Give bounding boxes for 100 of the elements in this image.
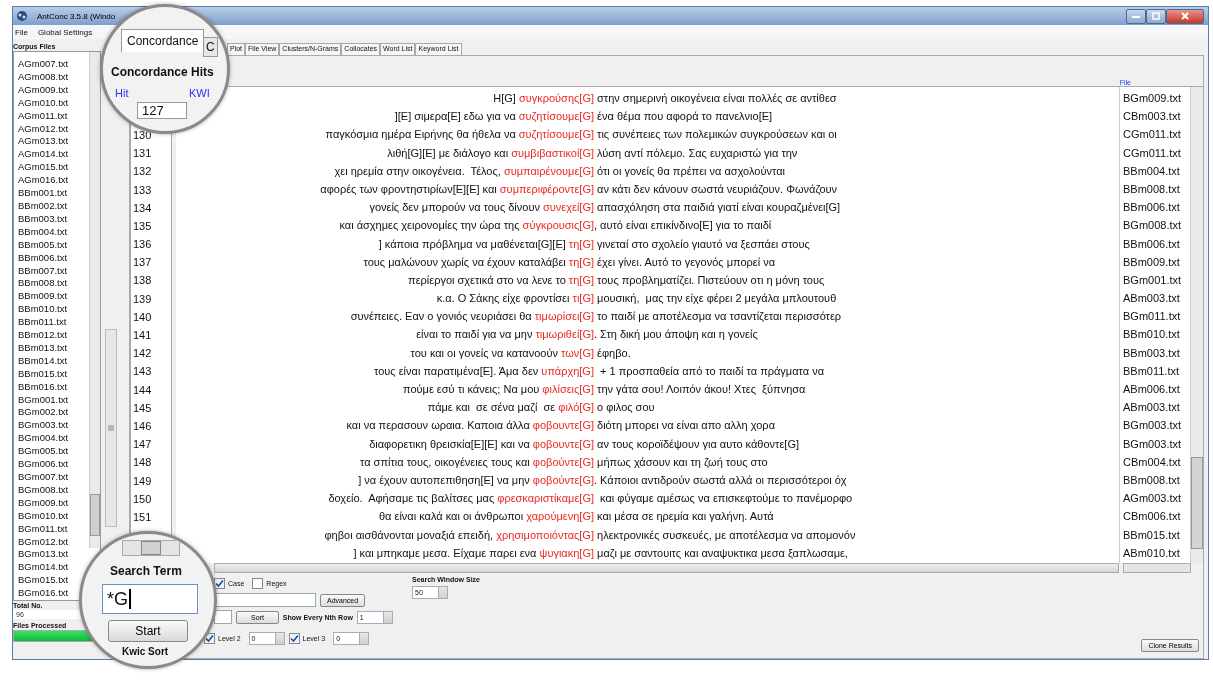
corpus-file-item[interactable]: BGm012.txt [14,535,69,549]
left-context[interactable]: θα είναι καλά και οι άνθρωποι χαρούμενη[G] [378,510,594,523]
search-field[interactable]: *G [102,584,198,614]
corpus-file-item[interactable]: BBm014.txt [14,354,68,368]
right-context[interactable]: . Στη δική μου άποψη και η γονείς [594,325,758,344]
search-options-field[interactable] [214,593,316,607]
left-context[interactable]: συνέπειες. Εαν ο γονιός νευριάσει θα τιμωρίσει[G] [350,310,594,323]
corpus-file-item[interactable]: BGm014.txt [14,561,69,575]
left-context[interactable]: γονείς δεν μπορούν να τους δίνουν συνεχεί[G] [369,201,594,214]
corpus-file-item[interactable]: BBm004.txt [14,225,68,239]
scrollbar[interactable] [89,52,100,548]
left-context[interactable]: τα σπίτια τους, οικογένειες τους και φοβούντε[G] [360,455,594,468]
tab[interactable]: Concordance [121,29,205,52]
right-context[interactable]: μήπως χάσουν και τη ζωή τους στο [594,452,768,471]
sort-field[interactable] [214,610,232,624]
corpus-file-item[interactable]: BGm013.txt [14,548,69,562]
right-context[interactable]: ένα θέμα που αφορά το πανελνιο[E] [594,107,773,126]
left-context[interactable]: ] να έχουν αυτοπεπιθηση[E] να μην φοβούντε[G] [358,473,594,486]
right-context[interactable]: αν κάτι δεν κάνουν σωστά νευριάζουν. Φωνάζουν [594,179,838,199]
left-context[interactable]: κ.α. Ο Σάκης είχε φροντίσει τι[G] [436,292,594,305]
scrollbar[interactable] [1123,563,1191,573]
corpus-file-item[interactable]: BGm011.txt [14,522,68,536]
tab[interactable]: C [203,37,218,57]
right-context[interactable]: , αυτό είναι επικίνδινο[E] για το παιδί [594,216,772,235]
right-context[interactable]: μουσική, μας την είχε φέρει 2 μεγάλα μπλουτουθ [594,289,837,308]
left-context[interactable]: περίεργοι σχετικά στο να λενε το τη[G] [408,273,594,286]
corpus-file-item[interactable]: BBm010.txt [14,303,68,317]
corpus-file-item[interactable]: BGm016.txt [14,587,69,601]
right-context[interactable]: διότη μπορει να είναι απο αλλη χορα [594,416,775,435]
scrollbar[interactable] [1190,87,1203,563]
corpus-file-item[interactable]: BBm012.txt [14,329,68,342]
left-context[interactable]: λιθή[G][E] με διάλογο και συμβιβαστικοί[G] [387,146,594,159]
corpus-file-item[interactable]: BGm005.txt [14,445,69,459]
right-context[interactable]: ο φιλος σου [594,398,655,417]
corpus-file-item[interactable]: BBm002.txt [14,199,68,213]
corpus-file-item[interactable]: BGm007.txt [14,471,69,484]
corpus-file-item[interactable]: BBm006.txt [14,251,68,265]
scrollbar[interactable] [122,540,180,556]
kwic-column-header[interactable]: KWI [189,87,210,99]
left-context[interactable]: χει ηρεμία στην οικογένεια. Τέλος, συμπαιρένουμε[G] [334,164,594,177]
corpus-file-item[interactable]: AGm013.txt [14,135,69,149]
right-context[interactable]: ηλεκτρονικές συσκευές, με αποτέλεσμα να απομονόν [594,525,856,544]
corpus-file-item[interactable]: BGm010.txt [14,509,69,523]
hit-column-header[interactable]: Hit [115,87,129,99]
left-context[interactable]: ][E] σιμερα[E] εδω για να συζητίσουμε[G] [394,110,594,123]
right-context[interactable]: έχει γίνει. Αυτό το γεγονός μπορεί να [594,252,776,271]
right-context[interactable]: την γάτα σου! Λοιπόν άκου! Χτες ξύπνησα [594,380,806,399]
right-context[interactable]: και μέσα σε ηρεμία και γαλήνη. Αυτά [594,507,774,526]
corpus-file-item[interactable]: AGm015.txt [14,161,69,175]
corpus-file-item[interactable]: BGm002.txt [14,406,69,420]
corpus-file-item[interactable]: BGm006.txt [14,458,69,471]
corpus-file-item[interactable]: BBm007.txt [14,264,68,278]
corpus-file-item[interactable]: BBm011.txt [14,316,67,330]
scrollbar[interactable] [105,329,117,527]
corpus-file-item[interactable]: BGm004.txt [14,432,69,446]
minimize-button[interactable] [1126,8,1146,24]
right-context[interactable]: ότι οι γονείς θα πρέπει να ασχολούνται [594,161,785,180]
start-button[interactable]: Start [108,620,188,642]
left-context[interactable]: αφορές των φροντηστιρίων[E][E] και συμπεριφέροντε[G] [320,182,594,195]
left-context[interactable]: H[G] συγκρούσης[G] [493,92,594,104]
corpus-file-item[interactable]: AGm016.txt [14,174,69,188]
close-button[interactable] [1166,8,1204,24]
corpus-file-item[interactable]: BGm001.txt [14,393,69,407]
corpus-file-item[interactable]: AGm008.txt [14,70,69,84]
corpus-file-item[interactable]: BGm009.txt [14,496,69,510]
corpus-file-item[interactable]: BGm003.txt [14,419,69,433]
left-context[interactable]: πούμε εσύ τι κάνεις; Να μου φιλίσεις[G] [403,383,594,395]
menu-item[interactable]: File [15,27,28,37]
left-context[interactable]: ] και μπηκαμε μεσα. Είχαμε παρει ενα ψυγιακη[G] [353,546,594,559]
right-context[interactable]: τους προβληματίζει. Πιστεύουν οτι η μόνη τους [594,270,825,290]
right-context[interactable]: απασχόληση στα παιδιά γιατί είναι κουραζμένει[G] [594,198,841,217]
corpus-file-item[interactable]: BBm005.txt [14,238,68,252]
corpus-file-item[interactable]: BGm015.txt [14,574,69,588]
corpus-file-item[interactable]: BBm016.txt [14,380,68,394]
right-context[interactable]: αν τους κοροϊδέψουν για αυτο κάθοντε[G] [594,434,799,453]
corpus-file-item[interactable]: AGm010.txt [14,96,69,110]
right-context[interactable]: + 1 προσπαθεία από το παιδί τα πράγματα να [594,361,824,380]
corpus-file-item[interactable]: AGm007.txt [14,58,69,71]
scrollbar[interactable] [214,563,1119,573]
corpus-file-item[interactable]: AGm014.txt [14,148,69,162]
right-context[interactable]: γινεταί στο σχολείο γιαυτό να ξεσπάει στους [594,234,810,253]
right-context[interactable]: λύση αντί πόλεμο. Σας ευχαριστώ για την [594,143,798,162]
corpus-file-item[interactable]: AGm012.txt [14,122,69,136]
menu-item[interactable]: Global Settings [37,27,93,37]
left-context[interactable]: του και οι γονείς να κατανοούν των[G] [410,346,594,359]
left-context[interactable]: και να περασουν ωραια. Καποια άλλα φοβουντε[G] [346,419,594,432]
right-context[interactable]: το παιδί με αποτέλεσμα να τσαντίζεται περισσότερ [594,307,842,326]
corpus-file-item[interactable]: BBm001.txt [14,187,68,200]
right-context[interactable]: μαζι με σαντουιτς και αναψυκτικα μεσα ξαπλωσαμε, [594,543,848,562]
right-context[interactable]: στην σημερινή οικογένεια είναι πολλές σε αντίθεσ [594,89,837,108]
corpus-file-item[interactable]: AGm011.txt [14,109,68,123]
left-context[interactable]: ] κάποια πρόβλημα να μαθένεται[G][E] τη[G] [378,237,594,250]
right-context[interactable]: . Κάποιοι αντιδρούν σωστά αλλά οι περισσότεροι όχ [594,470,847,490]
corpus-file-item[interactable]: BGm008.txt [14,483,69,497]
left-context[interactable]: φηβοι αισθάνονται μοναξιά επειδή, χρησιμοποιόντας[G] [324,528,594,541]
corpus-file-item[interactable]: AGm009.txt [14,83,69,97]
left-context[interactable]: είναι το παιδί για να μην τιμωριθεί[G] [416,328,594,341]
left-context[interactable]: δοχείο. Αφήσαμε τις βαλίτσες μας φρεσκαριστίκαμε[G] [328,492,594,505]
corpus-file-item[interactable]: BBm015.txt [14,367,68,381]
right-context[interactable]: και φύγαμε αμέσως να επισκεφτούμε το πανέμορφο [594,489,853,508]
